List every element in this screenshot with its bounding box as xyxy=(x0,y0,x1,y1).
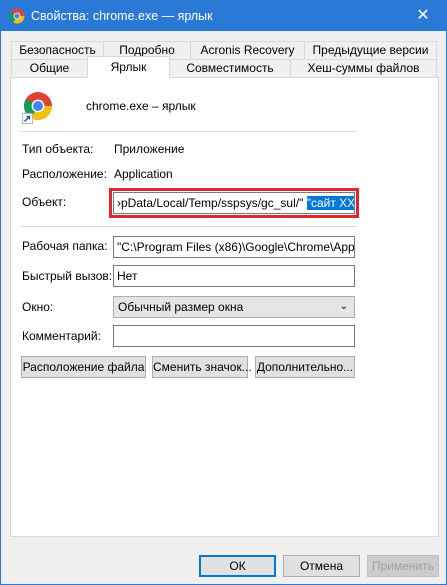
comment-input[interactable] xyxy=(113,325,355,347)
tab-compatibility[interactable]: Совместимость xyxy=(169,59,291,78)
object-type-value: Приложение xyxy=(114,142,185,156)
hotkey-input[interactable]: Нет xyxy=(113,265,355,287)
hotkey-label: Быстрый вызов: xyxy=(22,269,113,283)
tab-shortcut[interactable]: Ярлык xyxy=(87,56,170,78)
change-icon-button[interactable]: Сменить значок... xyxy=(152,356,252,378)
tab-acronis-recovery[interactable]: Acronis Recovery xyxy=(190,41,305,60)
tab-general[interactable]: Общие xyxy=(11,59,88,78)
highlight-box xyxy=(109,188,359,218)
working-folder-label: Рабочая папка: xyxy=(22,239,108,253)
window-state-label: Окно: xyxy=(22,300,54,314)
file-location-button[interactable]: Расположение файла xyxy=(21,356,146,378)
shortcut-name: chrome.exe – ярлык xyxy=(86,99,196,113)
separator xyxy=(21,131,357,132)
tab-previous-versions[interactable]: Предыдущие версии xyxy=(304,41,437,60)
window-title: Свойства: chrome.exe — ярлык xyxy=(31,9,213,23)
target-label: Объект: xyxy=(22,195,67,209)
close-button[interactable]: ✕ xyxy=(400,1,446,30)
shortcut-arrow-icon xyxy=(22,113,33,124)
working-folder-input[interactable]: "C:\Program Files (x86)\Google\Chrome\Ap… xyxy=(113,236,355,258)
location-value: Application xyxy=(114,167,173,181)
close-icon: ✕ xyxy=(416,7,430,24)
object-type-label: Тип объекта: xyxy=(22,142,94,156)
chrome-icon xyxy=(9,8,25,24)
window-state-select[interactable]: Обычный размер окна ⌄ xyxy=(113,296,355,318)
comment-label: Комментарий: xyxy=(22,329,101,343)
apply-button[interactable]: Применить xyxy=(367,555,439,577)
cancel-button[interactable]: Отмена xyxy=(283,555,360,577)
tab-hash-sums[interactable]: Хеш-суммы файлов xyxy=(290,59,437,78)
location-label: Расположение: xyxy=(22,167,107,181)
chevron-down-icon: ⌄ xyxy=(339,301,348,312)
title-bar[interactable]: Свойства: chrome.exe — ярлык ✕ xyxy=(1,1,446,31)
window-state-value: Обычный размер окна xyxy=(118,300,244,314)
advanced-button[interactable]: Дополнительно... xyxy=(255,356,355,378)
separator xyxy=(21,226,357,227)
ok-button[interactable]: ОК xyxy=(199,555,276,577)
properties-window: Свойства: chrome.exe — ярлык ✕ Безопасно… xyxy=(0,0,447,585)
